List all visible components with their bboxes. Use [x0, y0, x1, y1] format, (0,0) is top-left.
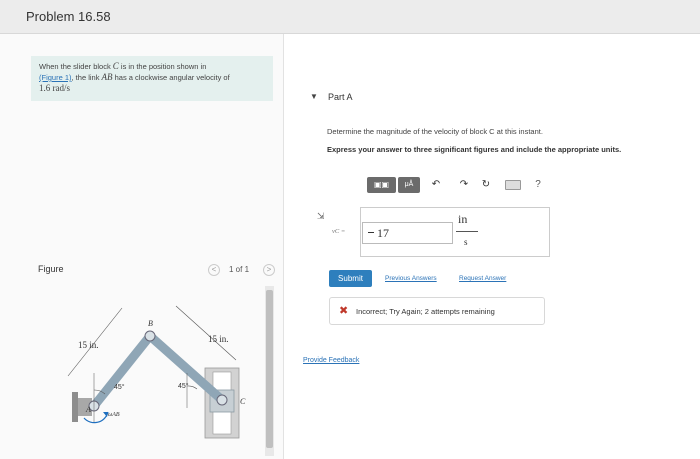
- help-icon[interactable]: ?: [531, 177, 545, 193]
- feedback-box: ✖ Incorrect; Try Again; 2 attempts remai…: [329, 297, 545, 325]
- problem-title: Problem 16.58: [26, 9, 111, 24]
- answer-value: 17: [377, 226, 389, 240]
- point-c-label: C: [240, 397, 246, 406]
- omega-label: ωAB: [108, 412, 120, 418]
- question-text: Determine the magnitude of the velocity …: [327, 127, 543, 136]
- minus-sign: [368, 232, 374, 233]
- problem-statement: When the slider block C is in the positi…: [31, 56, 273, 101]
- point-b-label: B: [148, 319, 153, 328]
- dim-left-label: 15 in.: [78, 340, 99, 350]
- redo-icon[interactable]: ↷: [457, 177, 471, 193]
- instruction-text: Express your answer to three significant…: [327, 145, 622, 154]
- figure-link[interactable]: (Figure 1): [39, 73, 72, 82]
- link-ab: [89, 331, 155, 411]
- reset-icon[interactable]: ↻: [479, 177, 493, 193]
- dim-right-label: 15 in.: [208, 334, 229, 344]
- figure-scroll-thumb[interactable]: [266, 290, 273, 448]
- pager-count: 1 of 1: [229, 265, 250, 274]
- pager-next-button[interactable]: >: [263, 264, 275, 276]
- angle-right-label: 45°: [178, 382, 189, 390]
- figure-scrollbar[interactable]: [265, 286, 274, 456]
- request-answer-link[interactable]: Request Answer: [459, 275, 506, 282]
- angle-left-label: 45°: [114, 383, 125, 391]
- incorrect-icon: ✖: [339, 305, 349, 317]
- provide-feedback-link[interactable]: Provide Feedback: [303, 357, 359, 364]
- omega-value: 1.6 rad/s: [39, 83, 70, 93]
- undo-icon[interactable]: ↶: [429, 177, 443, 193]
- feedback-message: Incorrect; Try Again; 2 attempts remaini…: [356, 307, 495, 316]
- answer-unit-field[interactable]: in s: [455, 207, 480, 257]
- mechanism-figure: 15 in. 15 in. B A C 45° 45° ωAB: [67, 305, 246, 439]
- previous-answers-link[interactable]: Previous Answers: [385, 275, 437, 282]
- units-button[interactable]: μÅ: [398, 177, 420, 193]
- pager-prev-button[interactable]: <: [208, 264, 220, 276]
- unit-denominator: s: [464, 237, 468, 247]
- wall-a: [72, 392, 78, 422]
- pin-c: [216, 394, 228, 406]
- problem-text: , the link: [71, 73, 102, 82]
- templates-button[interactable]: ▣▣: [367, 177, 396, 193]
- link-symbol: AB: [101, 72, 113, 82]
- figure-label: Figure: [38, 264, 64, 274]
- problem-text: When the slider block: [39, 62, 113, 71]
- part-title[interactable]: Part A: [328, 92, 353, 102]
- submit-button[interactable]: Submit: [329, 270, 372, 287]
- problem-text: has a clockwise angular velocity of: [112, 73, 230, 82]
- part-collapse-icon[interactable]: ▼: [310, 92, 318, 101]
- dim-line-right: [175, 305, 237, 361]
- cursor-pointer-icon: ⇲: [317, 211, 325, 221]
- answer-label: vC =: [332, 228, 346, 235]
- answer-toolbar: ▣▣ μÅ ↶ ↷ ↻ ?: [367, 177, 552, 193]
- problem-header: Problem 16.58: [0, 0, 700, 34]
- figure-pager: < 1 of 1 >: [208, 264, 278, 278]
- answer-value-input[interactable]: 17: [362, 222, 453, 244]
- point-a-label: A: [85, 405, 91, 414]
- problem-text: is in the position shown in: [118, 62, 207, 71]
- unit-fraction-bar: [456, 231, 478, 232]
- pin-b: [144, 330, 156, 342]
- keyboard-icon[interactable]: [505, 180, 521, 190]
- unit-numerator: in: [458, 212, 468, 226]
